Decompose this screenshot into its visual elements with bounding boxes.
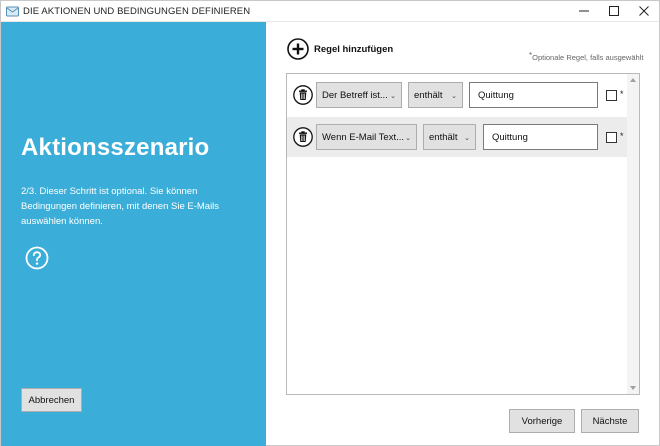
- left-panel: Aktionsszenario 2/3. Dieser Schritt ist …: [1, 22, 266, 446]
- next-button[interactable]: Nächste: [581, 409, 639, 433]
- title-bar: DIE AKTIONEN UND BEDINGUNGEN DEFINIEREN: [1, 1, 659, 22]
- optional-marker: *: [620, 89, 624, 99]
- rules-scrollbar[interactable]: [627, 74, 639, 394]
- rule-value-input[interactable]: Quittung: [483, 124, 598, 150]
- rule-operator-select[interactable]: enthält ⌄: [423, 124, 476, 150]
- trash-icon[interactable]: [293, 85, 313, 105]
- close-icon: [639, 6, 649, 16]
- app-icon: [6, 6, 19, 17]
- maximize-button[interactable]: [599, 1, 629, 21]
- chevron-down-icon: ⌄: [405, 135, 411, 142]
- chevron-down-icon: ⌄: [464, 135, 470, 142]
- step-description: 2/3. Dieser Schritt ist optional. Sie kö…: [21, 186, 220, 227]
- minimize-button[interactable]: [569, 1, 599, 21]
- plus-circle-icon: [287, 38, 309, 60]
- dialog-window: DIE AKTIONEN UND BEDINGUNGEN DEFINIEREN …: [0, 0, 660, 446]
- chevron-down-icon: ⌄: [390, 93, 396, 100]
- window-title: DIE AKTIONEN UND BEDINGUNGEN DEFINIEREN: [23, 6, 251, 17]
- previous-button[interactable]: Vorherige: [509, 409, 575, 433]
- rule-value-input[interactable]: Quittung: [469, 82, 598, 108]
- minimize-icon: [579, 10, 589, 12]
- rule-operator-select[interactable]: enthält ⌄: [408, 82, 463, 108]
- optional-marker: *: [620, 131, 624, 141]
- optional-rule-checkbox[interactable]: [606, 132, 617, 143]
- question-circle-icon[interactable]: [25, 246, 49, 270]
- optional-rule-checkbox[interactable]: [606, 90, 617, 101]
- trash-icon[interactable]: [293, 127, 313, 147]
- add-rule-button[interactable]: Regel hinzufügen: [287, 38, 393, 60]
- add-rule-label: Regel hinzufügen: [314, 43, 394, 55]
- rule-field-select[interactable]: Der Betreff ist... ⌄: [316, 82, 402, 108]
- rule-row: Wenn E-Mail Text... ⌄ enthält ⌄ Quittung…: [287, 117, 628, 157]
- chevron-down-icon: ⌄: [451, 93, 457, 100]
- cancel-button[interactable]: Abbrechen: [21, 388, 82, 412]
- rule-row: Der Betreff ist... ⌄ enthält ⌄ Quittung …: [287, 76, 628, 114]
- maximize-icon: [609, 6, 619, 16]
- optional-rule-note: *Optionale Regel, falls ausgewählt: [529, 51, 644, 62]
- scroll-up-icon[interactable]: [630, 78, 636, 82]
- page-title: Aktionsszenario: [21, 134, 210, 161]
- rule-field-select[interactable]: Wenn E-Mail Text... ⌄: [316, 124, 417, 150]
- rules-list: Der Betreff ist... ⌄ enthält ⌄ Quittung …: [286, 73, 640, 395]
- scroll-down-icon[interactable]: [630, 386, 636, 390]
- close-button[interactable]: [629, 1, 659, 21]
